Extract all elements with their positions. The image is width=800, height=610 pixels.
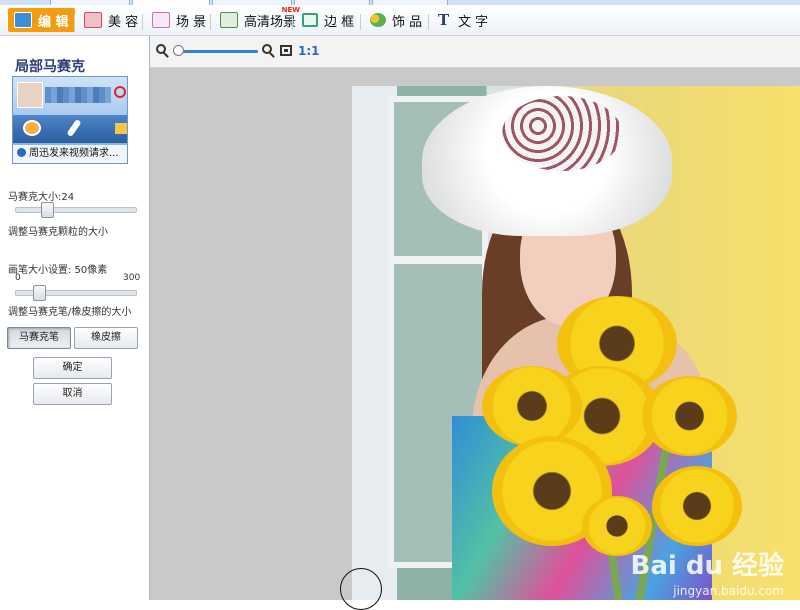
sunflower xyxy=(482,366,582,446)
brush-min-label: 0 xyxy=(15,273,21,283)
camera-icon xyxy=(23,120,41,136)
tab-scene[interactable]: 场 景 xyxy=(146,8,212,32)
zoom-in-icon[interactable] xyxy=(262,44,272,54)
ok-button[interactable]: 确定 xyxy=(33,357,112,379)
mosaic-size-slider[interactable] xyxy=(15,207,137,213)
mosaic-size-label: 马赛克大小:24 xyxy=(8,192,75,203)
toolbar-divider xyxy=(360,14,361,30)
zoom-bar: 1:1 xyxy=(150,36,800,68)
tab-accessory[interactable]: 饰 品 xyxy=(364,8,428,32)
tab-text[interactable]: T 文 字 xyxy=(432,8,494,32)
tab-frame-label: 边 框 xyxy=(324,14,355,30)
zoom-out-icon[interactable] xyxy=(156,44,166,54)
frame-icon xyxy=(302,13,318,27)
mosaic-preview: 周迅发来视频请求... xyxy=(12,76,128,164)
brush-cursor xyxy=(340,568,382,610)
folder-icon xyxy=(115,123,127,134)
refresh-icon xyxy=(114,86,126,98)
sunflower xyxy=(642,376,737,456)
mosaic-sample xyxy=(45,87,111,103)
avatar xyxy=(17,82,43,108)
tab-frame[interactable]: 边 框 xyxy=(296,8,360,32)
toolbar-divider xyxy=(74,14,75,30)
zoom-slider-thumb[interactable] xyxy=(173,45,184,56)
fit-to-window-icon[interactable] xyxy=(280,45,292,56)
sunflower xyxy=(652,466,742,546)
tab-hd-scene[interactable]: 高清场景 NEW xyxy=(214,6,302,32)
text-icon: T xyxy=(438,11,450,29)
tab-beauty-label: 美 容 xyxy=(108,14,139,30)
mosaic-panel: 局部马赛克 周迅发来视频请求... 马赛克大小:24 调整马赛克颗粒的大小 画笔… xyxy=(0,36,150,600)
brush-size-thumb[interactable] xyxy=(33,285,47,301)
tab-scene-label: 场 景 xyxy=(176,14,207,30)
hd-scene-icon xyxy=(220,12,238,28)
photo-canvas[interactable]: Bai du 经验 jingyan.baidu.com xyxy=(352,86,800,600)
edit-toolbar: 编 辑 美 容 场 景 高清场景 NEW 边 框 饰 品 T 文 字 xyxy=(0,5,800,36)
actual-size-button[interactable]: 1:1 xyxy=(298,44,320,58)
toolbar-divider xyxy=(142,14,143,30)
toolbar-divider xyxy=(428,14,429,30)
canvas-area: 1:1 Bai du 经验 jingyan.baidu.com xyxy=(150,36,800,610)
info-icon xyxy=(17,148,26,157)
watermark-brand: Bai du 经验 xyxy=(630,551,785,581)
tab-text-label: 文 字 xyxy=(458,14,489,30)
brush-size-label: 画笔大小设置: 50像素 xyxy=(8,265,108,276)
tab-edit-label: 编 辑 xyxy=(38,14,69,30)
photo-window-bar xyxy=(388,256,488,264)
photo-hat-band xyxy=(502,96,622,171)
accessory-icon xyxy=(370,13,386,27)
watermark-url: jingyan.baidu.com xyxy=(673,584,784,598)
mosaic-size-hint: 调整马赛克颗粒的大小 xyxy=(8,227,108,238)
mosaic-size-thumb[interactable] xyxy=(41,202,55,218)
toolbar-divider xyxy=(210,14,211,30)
beauty-icon xyxy=(84,12,102,28)
tab-beauty[interactable]: 美 容 xyxy=(78,8,144,32)
mosaic-pen-button[interactable]: 马赛克笔 xyxy=(7,327,71,349)
preview-caption-text: 周迅发来视频请求... xyxy=(29,148,119,159)
tab-accessory-label: 饰 品 xyxy=(392,14,423,30)
brush-size-hint: 调整马赛克笔/橡皮擦的大小 xyxy=(8,307,132,318)
cancel-button[interactable]: 取消 xyxy=(33,383,112,405)
zoom-slider[interactable] xyxy=(174,50,258,53)
brush-max-label: 300 xyxy=(123,273,141,283)
eraser-button[interactable]: 橡皮擦 xyxy=(74,327,138,349)
panel-title: 局部马赛克 xyxy=(15,59,85,75)
toolbar-divider xyxy=(292,14,293,30)
tab-edit[interactable]: 编 辑 xyxy=(8,8,75,32)
preview-caption: 周迅发来视频请求... xyxy=(13,145,127,163)
edit-icon xyxy=(14,12,32,28)
scene-icon xyxy=(152,12,170,28)
